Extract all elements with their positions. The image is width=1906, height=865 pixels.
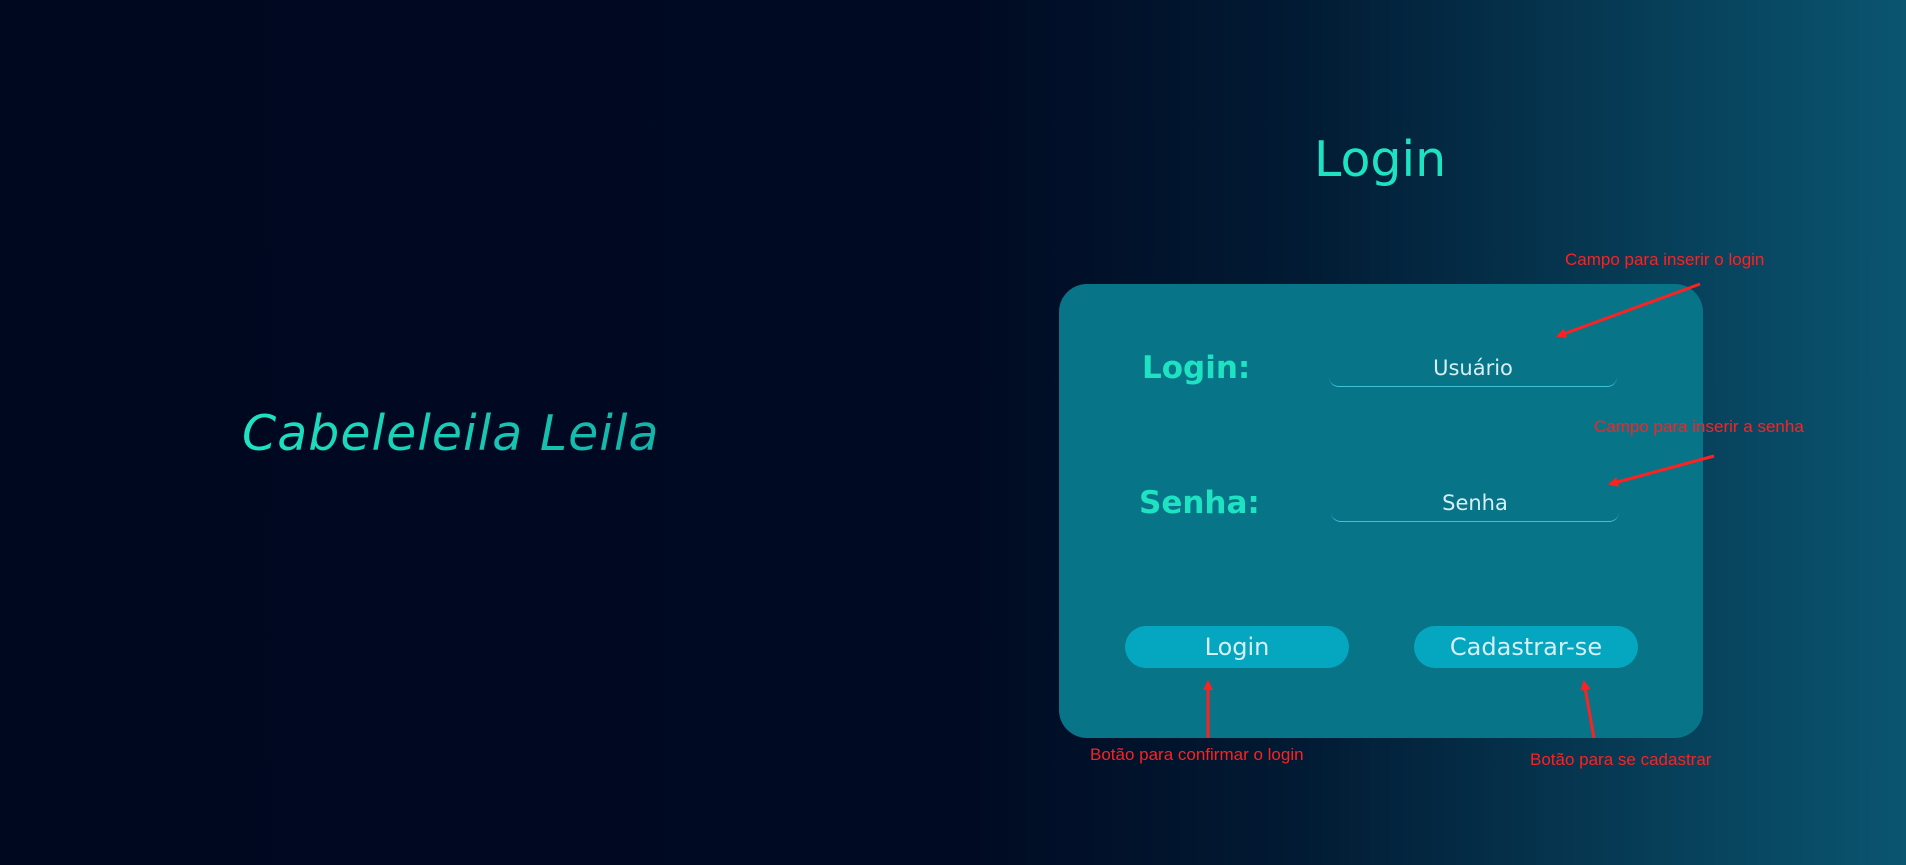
arrow-login-field (1556, 282, 1701, 338)
arrow-password-field (1608, 454, 1715, 487)
annotation-arrows (1203, 282, 1715, 739)
arrow-register-button (1580, 680, 1596, 739)
